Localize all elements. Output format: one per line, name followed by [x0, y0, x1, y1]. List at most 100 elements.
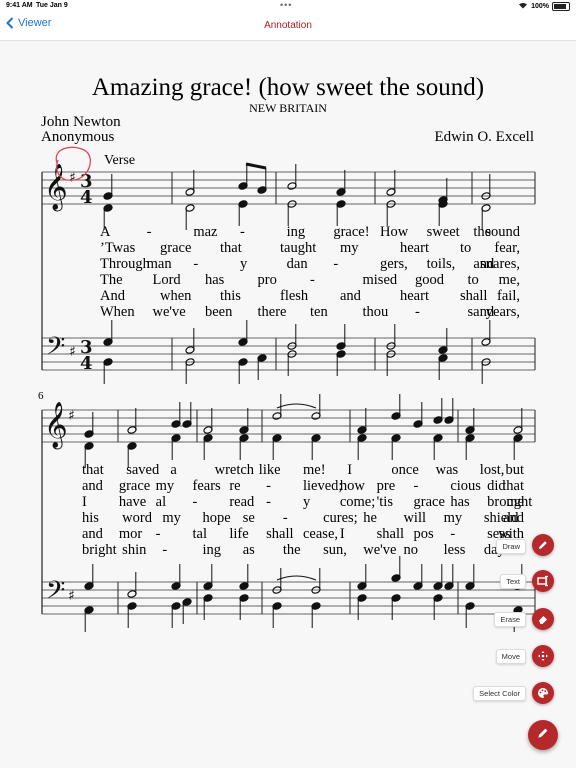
lyric-syllable: grace [413, 494, 445, 510]
move-tool[interactable]: Move [495, 645, 554, 667]
lyric-syllable: his [82, 510, 99, 526]
lyric-syllable: have [118, 494, 147, 510]
lyric-syllable: read [229, 494, 255, 510]
lyric-syllable: - [450, 526, 456, 542]
lyric-syllable: grace [160, 240, 192, 256]
lyric-syllable: heart [400, 288, 429, 304]
lyric-syllable: bright [82, 542, 117, 558]
lyric-syllable: shin [122, 542, 147, 558]
lyric-syllable: tal [192, 526, 208, 542]
lyric-syllable: A [100, 224, 111, 240]
lyric-syllable: years, [485, 304, 520, 320]
music-notation: 𝄞𝄢♯♯3434𝄞𝄢♯♯ [41, 146, 536, 632]
lyric-syllable: mised [362, 272, 398, 288]
text-label: Text [500, 573, 526, 589]
lyric-syllable: the [282, 542, 301, 558]
lyric-syllable: we've [363, 542, 397, 558]
bass-clef: 𝄢 [46, 332, 65, 367]
move-label: Move [495, 648, 526, 664]
lyric-syllable: sun, [323, 542, 347, 558]
lyric-syllable: shall [266, 526, 294, 542]
lyric-syllable: cious [450, 478, 481, 494]
lyric-syllable: and [82, 478, 103, 494]
lyric-syllable: y [240, 256, 248, 272]
lyric-syllable: my [162, 510, 181, 526]
lyric-syllable: was [435, 462, 459, 478]
pencil-icon[interactable] [532, 534, 554, 556]
lyric-syllable: lost, [479, 462, 505, 478]
lyric-syllable: me! [303, 462, 326, 478]
beam [245, 162, 267, 170]
lyric-syllable: once [391, 462, 419, 478]
lyric-syllable: dan [286, 256, 308, 272]
select-color-tool[interactable]: Select Color [473, 682, 554, 704]
lyric-syllable: - [266, 494, 271, 510]
pencil-icon [536, 726, 550, 745]
key-sharp: ♯ [69, 170, 76, 186]
lyric-syllable: ’Twas [100, 240, 136, 256]
lyric-syllable: less [443, 542, 466, 558]
lyric-syllable: ten [310, 304, 328, 320]
lyric-syllable: come; [339, 494, 376, 510]
main-tool-button[interactable] [528, 720, 558, 750]
lyric-syllable: al [155, 494, 167, 510]
bass-clef: 𝄢 [46, 576, 65, 611]
lyric-syllable: when [160, 288, 192, 304]
lyric-syllable: shall [376, 526, 405, 542]
lyric-syllable: pre [376, 478, 396, 494]
lyric-syllable: I [339, 526, 345, 542]
lyric-syllable: And [100, 288, 125, 304]
lyric-syllable: and [503, 510, 524, 526]
time-signature: 4 [80, 187, 93, 208]
lyric-syllable: thou [362, 304, 389, 320]
lyric-syllable: and [340, 288, 361, 304]
time-signature: 4 [80, 353, 93, 374]
lyric-syllable: - [413, 478, 419, 494]
lyric-syllable: When [100, 304, 135, 320]
lyric-syllable: toils, [426, 256, 456, 272]
lyric-syllable: snares, [480, 256, 520, 272]
lyric-syllable: a [170, 462, 177, 478]
lyric-syllable: pro [257, 272, 277, 288]
draw-tool[interactable]: Draw [496, 534, 554, 556]
lyric-syllable: to [460, 240, 472, 256]
lyric-syllable: my [340, 240, 359, 256]
lyric-syllable: how [339, 478, 365, 494]
lyric-syllable: me [506, 494, 524, 510]
lyric-syllable: ing [286, 224, 306, 240]
lyric-syllable: - [266, 478, 271, 494]
lyric-syllable: pos [413, 526, 434, 542]
palette-icon[interactable] [532, 682, 554, 704]
lyric-syllable: How [380, 224, 409, 240]
lyric-syllable: flesh [280, 288, 309, 304]
lyric-syllable: - [333, 256, 339, 272]
lyric-syllable: hope [202, 510, 231, 526]
lyric-syllable: - [415, 304, 420, 320]
lyric-syllable: he [363, 510, 377, 526]
lyric-syllable: shall [460, 288, 488, 304]
lyric-syllable: and [82, 526, 103, 542]
lyric-syllable: has [205, 272, 225, 288]
lyric-syllable: saved [126, 462, 160, 478]
lyric-syllable: like [258, 462, 281, 478]
lyric-syllable: re [229, 478, 241, 494]
eraser-icon[interactable] [532, 608, 554, 630]
lyric-syllable: to [467, 272, 479, 288]
lyric-syllable: y [303, 494, 311, 510]
lyric-syllable: Lord [152, 272, 181, 288]
move-arrows-icon[interactable] [532, 645, 554, 667]
lyric-syllable: - [240, 224, 245, 240]
text-box-icon[interactable] [532, 570, 554, 592]
lyric-syllable: mor [118, 526, 143, 542]
lyric-syllable: fail, [497, 288, 520, 304]
lyric-syllable: maz [193, 224, 218, 240]
text-tool[interactable]: Text [500, 570, 554, 592]
lyric-syllable: has [450, 494, 470, 510]
lyric-syllable: cures; [323, 510, 358, 526]
lyric-syllable: been [205, 304, 233, 320]
lyric-syllable: man [146, 256, 172, 272]
lyric-syllable: - [155, 526, 161, 542]
lyric-syllable: grace [118, 478, 151, 494]
lyric-syllable: - [192, 494, 198, 510]
erase-tool[interactable]: Erase [494, 608, 554, 630]
